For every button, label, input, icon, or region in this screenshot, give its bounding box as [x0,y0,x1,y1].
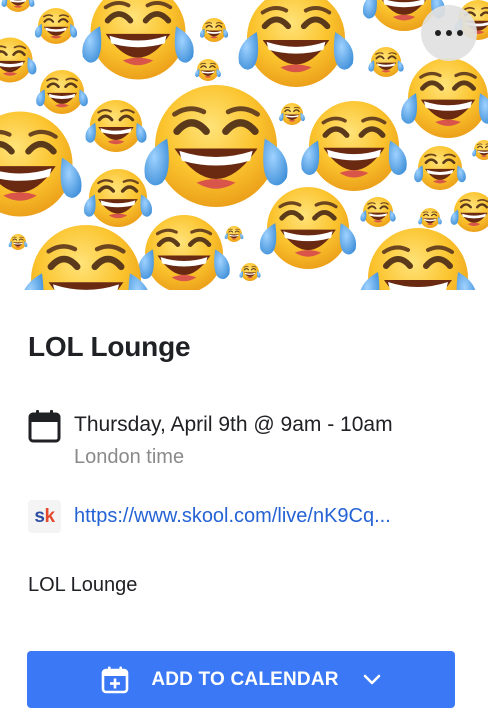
laughing-emoji-icon [260,187,356,269]
laughing-emoji-icon [82,0,193,79]
laughing-emoji-icon [367,46,405,78]
calendar-icon [28,410,61,443]
laughing-emoji-icon [144,85,287,207]
more-options-button[interactable] [421,5,477,61]
laughing-emoji-icon [22,225,151,290]
laughing-emoji-icon [194,58,222,82]
event-timezone: London time [74,446,185,468]
laughing-emoji-icon [401,58,488,138]
laughing-emoji-icon [238,262,262,282]
add-to-calendar-label: ADD TO CALENDAR [151,668,339,690]
laughing-emoji-icon [412,144,468,192]
laughing-emoji-icon [8,233,28,251]
laughing-emoji-icon [278,102,306,126]
event-link[interactable]: https://www.skool.com/live/nK9Cq... [74,505,454,528]
laughing-emoji-icon [0,112,82,217]
laughing-emoji-icon [82,167,154,229]
laughing-emoji-icon [359,196,397,228]
event-date-time: Thursday, April 9th @ 9am - 10am [74,413,393,436]
chevron-down-icon[interactable] [363,674,381,686]
add-to-calendar-button[interactable]: ADD TO CALENDAR [27,651,455,708]
skool-logo: sk [28,500,61,533]
laughing-emoji-icon [83,98,149,154]
laughing-emoji-icon [449,190,488,234]
laughing-emoji-icon [301,101,407,191]
calendar-add-icon [102,666,129,693]
laughing-emoji-icon [33,6,79,46]
laughing-emoji-icon [0,36,38,84]
more-horizontal-icon [435,30,463,36]
laughing-emoji-pattern [0,0,488,290]
laughing-emoji-icon [239,0,354,87]
laughing-emoji-icon [0,0,36,13]
event-description: LOL Lounge [28,574,138,596]
laughing-emoji-icon [417,207,443,229]
laughing-emoji-icon [34,68,90,116]
event-link-row[interactable]: sk https://www.skool.com/live/nK9Cq... [28,500,454,533]
laughing-emoji-icon [199,17,229,43]
event-cover-image [0,0,488,290]
laughing-emoji-icon [359,228,476,290]
laughing-emoji-icon [138,215,229,290]
laughing-emoji-icon [224,225,244,243]
laughing-emoji-icon [471,139,488,161]
event-date-row: Thursday, April 9th @ 9am - 10am [28,408,393,443]
event-title: LOL Lounge [28,331,191,362]
